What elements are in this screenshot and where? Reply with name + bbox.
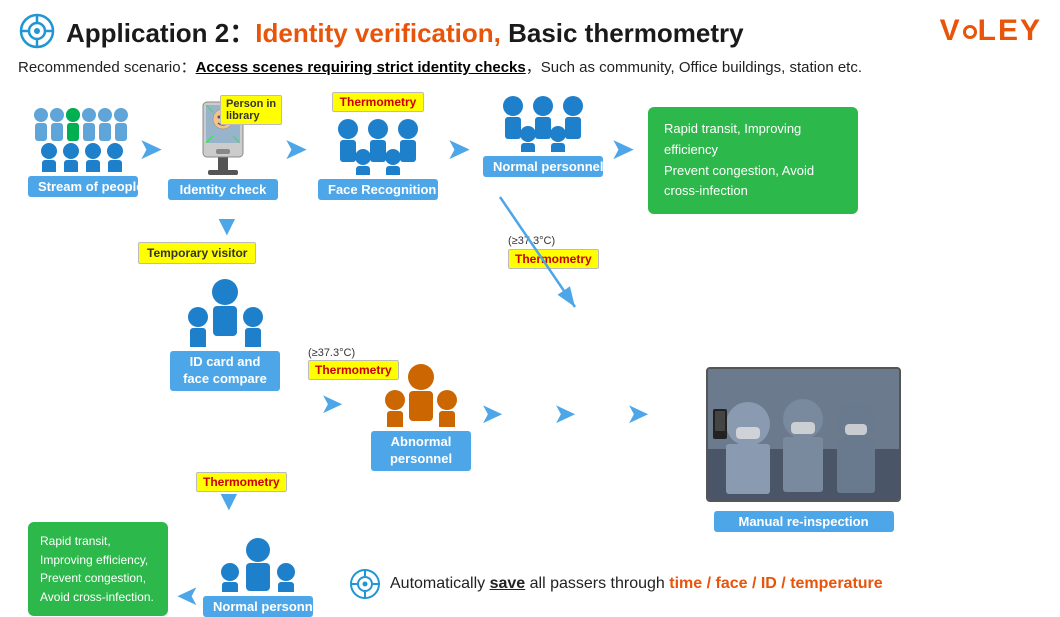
identity-text: Identity verification, — [255, 18, 501, 48]
stream-label: Stream of people — [28, 176, 138, 197]
normal-personnel-top-label: Normal personnel — [483, 156, 603, 177]
normal-bottom-label: Normal personnel — [203, 596, 313, 617]
normal-bottom-people-icon — [216, 537, 301, 592]
basic-text: Basic thermometry — [501, 18, 744, 48]
normal-personnel-top-icon — [498, 92, 588, 152]
manual-reinspection-node: Manual re-inspection — [706, 507, 901, 532]
green-box-top: Rapid transit, Improving efficiencyPreve… — [648, 107, 858, 214]
id-card-people-icon — [183, 277, 268, 347]
summary-highlights: time / face / ID / temperature — [669, 575, 882, 592]
arrow-3: ➤ — [446, 132, 471, 167]
abnormal-node: Abnormalpersonnel — [371, 362, 471, 471]
stream-node: Stream of people — [28, 97, 138, 197]
target-icon — [18, 12, 56, 50]
scenario-prefix: Recommended scenario： — [18, 59, 196, 76]
id-card-label: ID card andface compare — [170, 351, 280, 391]
face-recognition-people-icon — [333, 115, 423, 175]
manual-photo — [706, 367, 901, 502]
abnormal-label: Abnormalpersonnel — [371, 431, 471, 471]
green-box-bottom: Rapid transit,Improving efficiency,Preve… — [28, 522, 168, 616]
thermometry-badge-1: Thermometry — [332, 92, 425, 112]
logo: VLEY — [940, 14, 1042, 48]
manual-label: Manual re-inspection — [714, 511, 894, 532]
scenario-highlight: Access scenes requiring strict identity … — [196, 59, 526, 76]
person-in-library-badge: Person inlibrary — [220, 95, 282, 125]
flow-diagram: Stream of people ➤ — [18, 87, 1042, 577]
arrow-down-identity: ▼ — [213, 212, 241, 240]
face-recognition-label: Face Recognition — [318, 179, 438, 200]
page-title: Application 2：Identity verification, Bas… — [66, 13, 744, 50]
arrow-right-2: ➤ — [553, 397, 576, 430]
arrow-2: ➤ — [283, 132, 308, 167]
diagonal-arrow — [490, 187, 590, 317]
summary-target-icon — [348, 567, 382, 601]
identity-label: Identity check — [168, 179, 278, 200]
summary-area: Automatically save all passers through t… — [348, 567, 883, 601]
summary-middle: all passers through — [525, 575, 669, 592]
arrow-1: ➤ — [138, 132, 163, 167]
abnormal-people-icon — [381, 362, 461, 427]
summary-text: Automatically save all passers through t… — [390, 575, 883, 593]
arrow-down-id: ▼ — [215, 487, 243, 515]
temporary-visitor-badge: Temporary visitor — [138, 242, 256, 264]
summary-prefix: Automatically — [390, 575, 490, 592]
normal-personnel-top-node: Normal personnel — [483, 92, 603, 177]
arrow-right-3: ➤ — [626, 397, 649, 430]
id-card-node: ID card andface compare — [170, 277, 280, 391]
app-number: Application 2： — [66, 18, 255, 48]
arrow-right-id-abnormal: ➤ — [320, 387, 343, 420]
summary-save: save — [490, 575, 526, 592]
temp-label-1: (≥37.3°C) — [308, 347, 355, 359]
header-left: Application 2：Identity verification, Bas… — [18, 12, 744, 50]
arrow-right-abnormal-manual: ➤ — [480, 397, 503, 430]
header: Application 2：Identity verification, Bas… — [18, 12, 1042, 50]
stream-people-icon — [31, 97, 136, 172]
arrow-left-normal-green: ➤ — [176, 579, 199, 612]
scenario-line: Recommended scenario：Access scenes requi… — [18, 56, 1042, 77]
scenario-rest: ，Such as community, Office buildings, st… — [526, 59, 862, 76]
normal-bottom-node: Normal personnel — [203, 537, 313, 617]
identity-node: Person inlibrary Identity check — [168, 97, 278, 200]
face-recognition-node: Thermometry Face Recognition — [318, 92, 438, 200]
green-box-bottom-text: Rapid transit,Improving efficiency,Preve… — [40, 534, 154, 604]
arrow-4: ➤ — [610, 132, 635, 167]
green-box-top-text: Rapid transit, Improving efficiencyPreve… — [664, 121, 814, 198]
